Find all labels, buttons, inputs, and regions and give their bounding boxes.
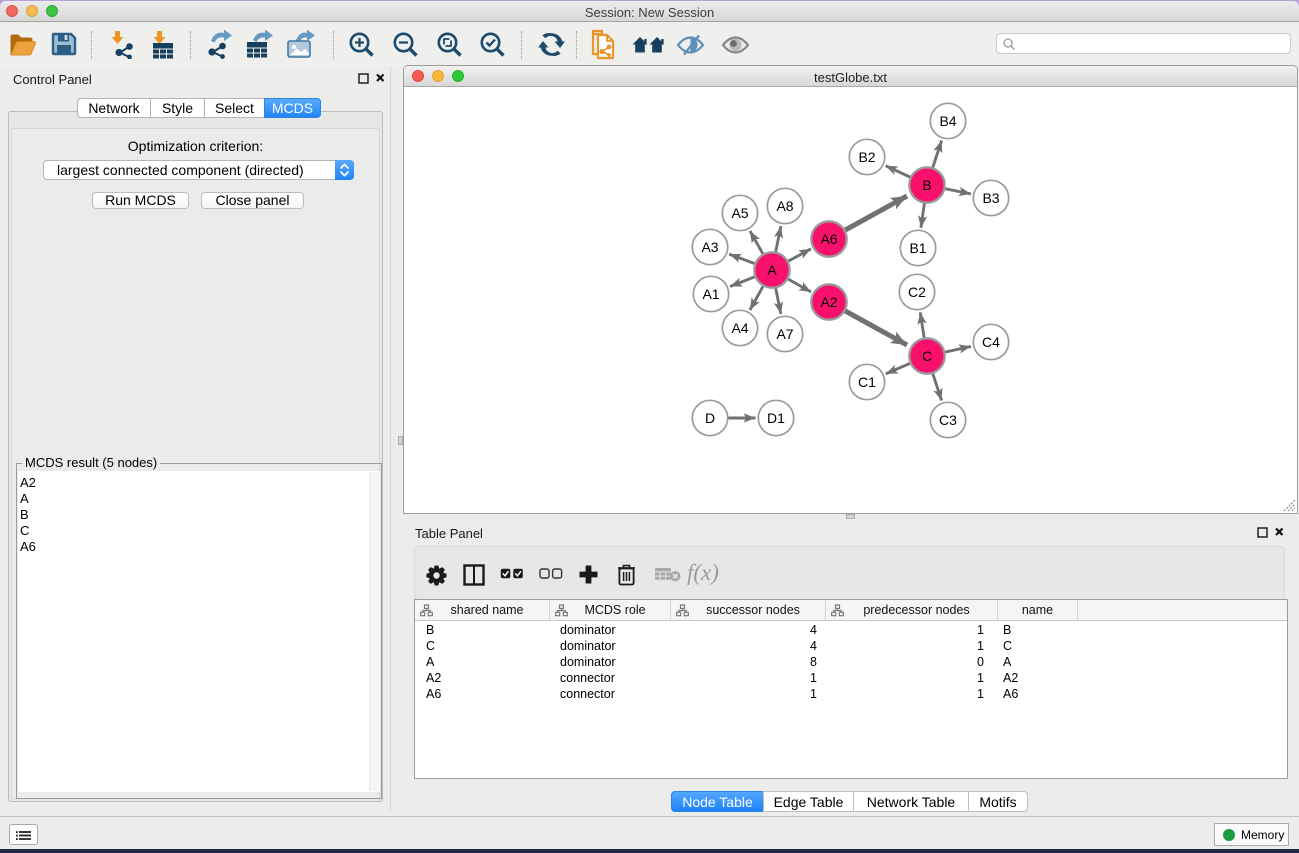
svg-text:D1: D1 <box>767 410 785 426</box>
svg-text:A4: A4 <box>731 320 748 336</box>
svg-text:C: C <box>922 348 932 364</box>
svg-text:A7: A7 <box>776 326 793 342</box>
svg-text:A6: A6 <box>820 231 837 247</box>
svg-text:A5: A5 <box>731 205 748 221</box>
svg-text:B2: B2 <box>858 149 875 165</box>
svg-text:D: D <box>705 410 715 426</box>
svg-text:C4: C4 <box>982 334 1000 350</box>
svg-text:B1: B1 <box>909 240 926 256</box>
svg-text:C2: C2 <box>908 284 926 300</box>
svg-text:B4: B4 <box>939 113 956 129</box>
svg-text:A8: A8 <box>776 198 793 214</box>
svg-text:A: A <box>767 262 777 278</box>
svg-text:B: B <box>922 177 931 193</box>
svg-text:B3: B3 <box>982 190 999 206</box>
svg-text:C3: C3 <box>939 412 957 428</box>
svg-text:A1: A1 <box>702 286 719 302</box>
svg-text:A2: A2 <box>820 294 837 310</box>
svg-text:C1: C1 <box>858 374 876 390</box>
svg-text:A3: A3 <box>701 239 718 255</box>
